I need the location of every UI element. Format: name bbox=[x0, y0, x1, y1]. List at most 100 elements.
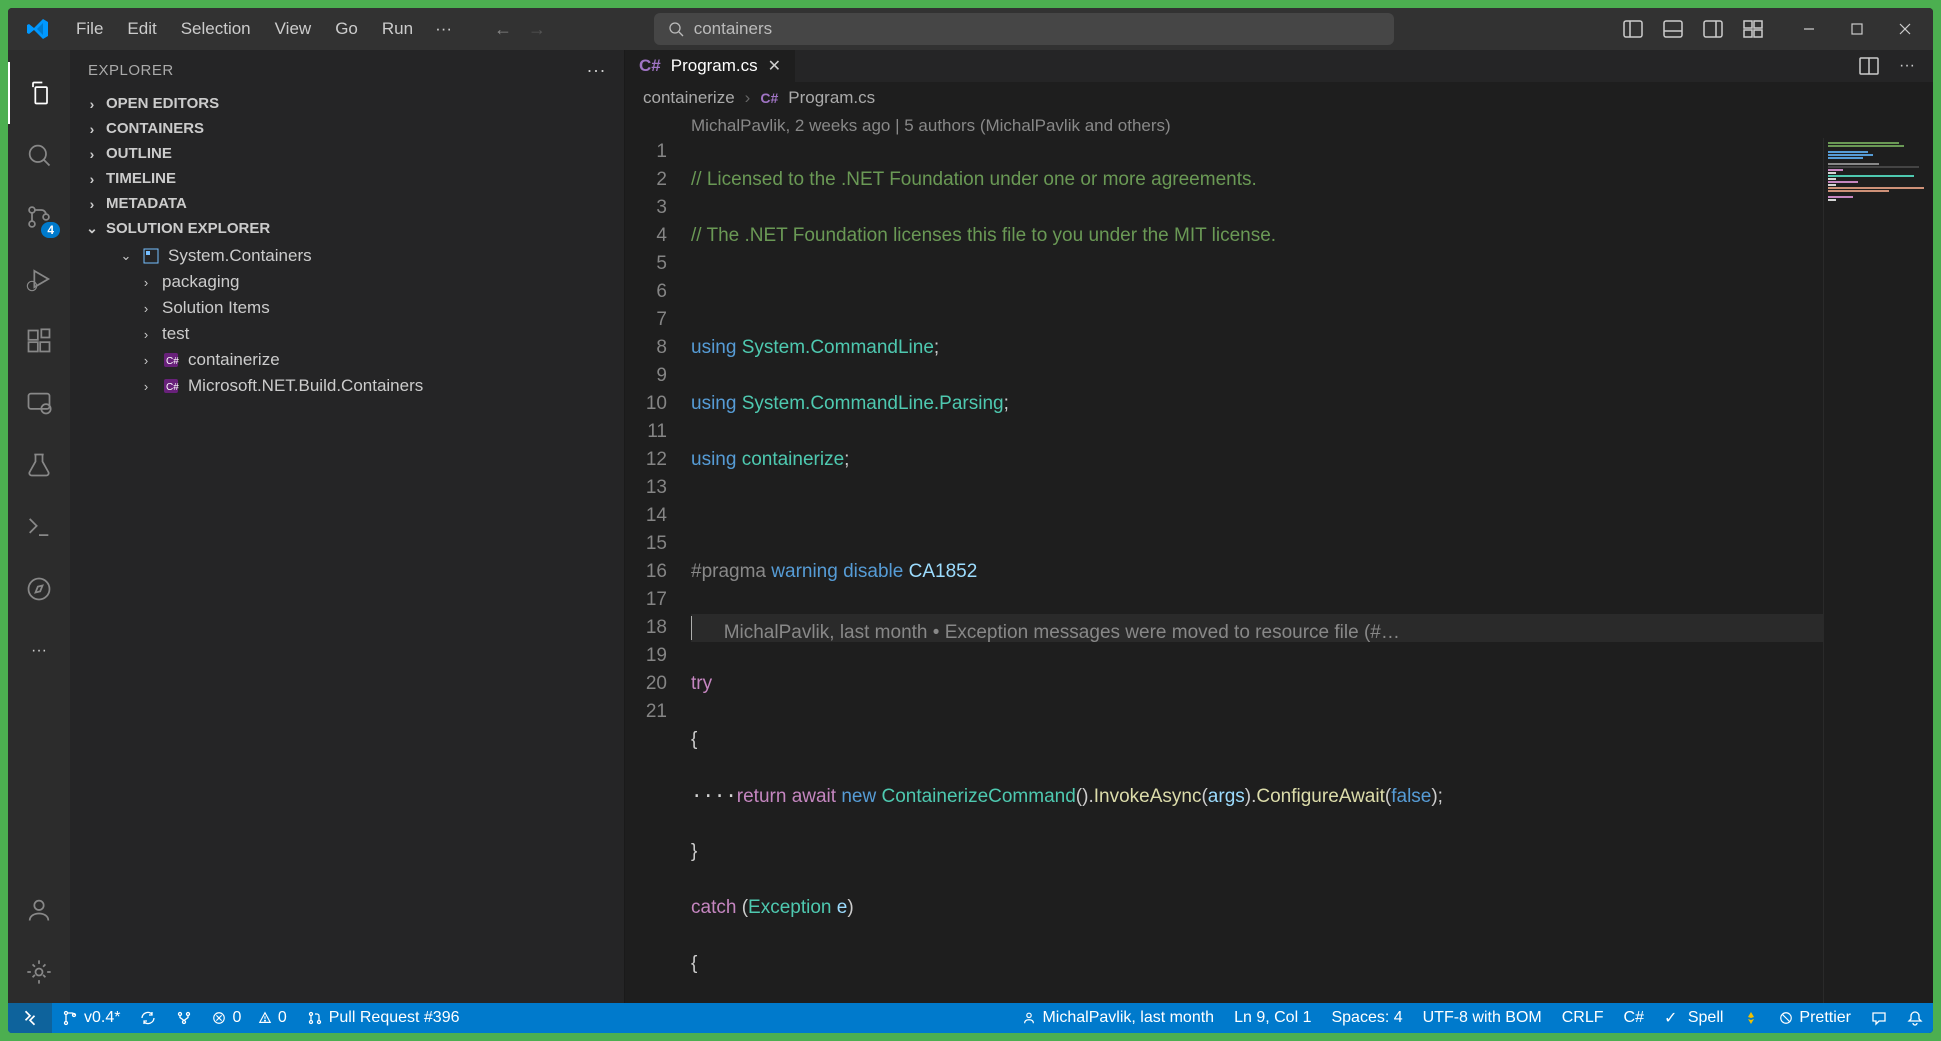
status-branch[interactable]: v0.4* bbox=[52, 1003, 130, 1033]
layout-sidebar-left-icon[interactable] bbox=[1617, 13, 1649, 45]
chevron-down-icon: ⌄ bbox=[84, 220, 100, 237]
chevron-right-icon: › bbox=[84, 171, 100, 187]
scm-badge: 4 bbox=[41, 222, 60, 238]
status-indentation[interactable]: Spaces: 4 bbox=[1321, 1003, 1412, 1033]
layout-customize-icon[interactable] bbox=[1737, 13, 1769, 45]
gitlens-authors: MichalPavlik, 2 weeks ago | 5 authors (M… bbox=[625, 114, 1933, 138]
csharp-file-icon: C# bbox=[760, 90, 778, 106]
tab-program-cs[interactable]: C# Program.cs ✕ bbox=[625, 50, 796, 82]
editor-more-icon[interactable]: ··· bbox=[1891, 50, 1923, 82]
tree-item-ms-net-build-containers[interactable]: ›C#Microsoft.NET.Build.Containers bbox=[70, 373, 624, 399]
activity-overflow-icon[interactable]: ··· bbox=[8, 620, 70, 682]
nav-forward-icon[interactable]: → bbox=[528, 19, 546, 40]
status-pull-request[interactable]: Pull Request #396 bbox=[297, 1003, 470, 1033]
activity-account-icon[interactable] bbox=[8, 879, 70, 941]
window-maximize-icon[interactable] bbox=[1833, 8, 1881, 50]
tree-item-test[interactable]: ›test bbox=[70, 321, 624, 347]
status-bar: v0.4* 0 0 Pull Request #396 MichalPavlik… bbox=[8, 1003, 1933, 1033]
tree-item-packaging[interactable]: ›packaging bbox=[70, 269, 624, 295]
activity-extensions-icon[interactable] bbox=[8, 310, 70, 372]
status-problems[interactable]: 0 0 bbox=[202, 1003, 296, 1033]
sidebar-title: EXPLORER bbox=[88, 62, 174, 79]
status-blame[interactable]: MichalPavlik, last month bbox=[1012, 1003, 1224, 1033]
section-containers[interactable]: ›CONTAINERS bbox=[70, 116, 624, 141]
nav-back-icon[interactable]: ← bbox=[494, 19, 512, 40]
window-close-icon[interactable] bbox=[1881, 8, 1929, 50]
titlebar: File Edit Selection View Go Run ··· ← → … bbox=[8, 8, 1933, 50]
tree-item-solution-items[interactable]: ›Solution Items bbox=[70, 295, 624, 321]
status-eol[interactable]: CRLF bbox=[1552, 1003, 1614, 1033]
code-editor[interactable]: 123456789101112131415161718192021 // Lic… bbox=[625, 138, 1933, 1003]
menu-selection[interactable]: Selection bbox=[169, 13, 263, 45]
sidebar-more-icon[interactable]: ··· bbox=[587, 60, 606, 81]
menu-bar: File Edit Selection View Go Run ··· bbox=[64, 13, 462, 45]
activity-compass-icon[interactable] bbox=[8, 558, 70, 620]
layout-sidebar-right-icon[interactable] bbox=[1697, 13, 1729, 45]
svg-text:C#: C# bbox=[166, 356, 179, 367]
menu-run[interactable]: Run bbox=[370, 13, 425, 45]
split-editor-icon[interactable] bbox=[1853, 50, 1885, 82]
activity-settings-icon[interactable] bbox=[8, 941, 70, 1003]
section-outline[interactable]: ›OUTLINE bbox=[70, 141, 624, 166]
chevron-down-icon: ⌄ bbox=[118, 248, 134, 264]
layout-panel-icon[interactable] bbox=[1657, 13, 1689, 45]
breadcrumb-file[interactable]: Program.cs bbox=[788, 88, 875, 108]
chevron-right-icon: › bbox=[84, 146, 100, 162]
svg-text:C#: C# bbox=[166, 382, 179, 393]
status-prettier[interactable]: Prettier bbox=[1769, 1003, 1861, 1033]
tree-item-containerize[interactable]: ›C#containerize bbox=[70, 347, 624, 373]
solution-icon bbox=[142, 247, 160, 265]
chevron-right-icon: › bbox=[138, 275, 154, 290]
menu-file[interactable]: File bbox=[64, 13, 115, 45]
menu-go[interactable]: Go bbox=[323, 13, 370, 45]
activity-source-control-icon[interactable]: 4 bbox=[8, 186, 70, 248]
editor-tabs: C# Program.cs ✕ ··· bbox=[625, 50, 1933, 82]
window-minimize-icon[interactable] bbox=[1785, 8, 1833, 50]
menu-edit[interactable]: Edit bbox=[115, 13, 168, 45]
section-open-editors[interactable]: ›OPEN EDITORS bbox=[70, 91, 624, 116]
vscode-logo-icon bbox=[26, 17, 50, 41]
chevron-right-icon: › bbox=[138, 301, 154, 316]
activity-remote-explorer-icon[interactable] bbox=[8, 372, 70, 434]
menu-view[interactable]: View bbox=[263, 13, 324, 45]
chevron-right-icon: › bbox=[138, 379, 154, 394]
status-encoding[interactable]: UTF-8 with BOM bbox=[1413, 1003, 1552, 1033]
status-live-share-icon[interactable] bbox=[1733, 1003, 1769, 1033]
activity-testing-icon[interactable] bbox=[8, 434, 70, 496]
breadcrumb-separator-icon: › bbox=[745, 88, 751, 108]
breadcrumb-folder[interactable]: containerize bbox=[643, 88, 735, 108]
tree-solution-root[interactable]: ⌄System.Containers bbox=[70, 243, 624, 269]
chevron-right-icon: › bbox=[84, 196, 100, 212]
line-numbers: 123456789101112131415161718192021 bbox=[625, 138, 687, 1003]
section-solution-explorer[interactable]: ⌄SOLUTION EXPLORER bbox=[70, 216, 624, 241]
section-timeline[interactable]: ›TIMELINE bbox=[70, 166, 624, 191]
status-notifications-icon[interactable] bbox=[1897, 1003, 1933, 1033]
status-git-graph-icon[interactable] bbox=[166, 1003, 202, 1033]
section-metadata[interactable]: ›METADATA bbox=[70, 191, 624, 216]
tab-label: Program.cs bbox=[671, 56, 758, 76]
breadcrumb[interactable]: containerize › C# Program.cs bbox=[625, 82, 1933, 114]
csproj-icon: C# bbox=[162, 377, 180, 395]
chevron-right-icon: › bbox=[84, 121, 100, 137]
activity-search-icon[interactable] bbox=[8, 124, 70, 186]
minimap[interactable] bbox=[1823, 138, 1933, 1003]
tab-close-icon[interactable]: ✕ bbox=[768, 56, 781, 76]
remote-indicator-icon[interactable] bbox=[8, 1003, 52, 1033]
status-feedback-icon[interactable] bbox=[1861, 1003, 1897, 1033]
status-sync-icon[interactable] bbox=[130, 1003, 166, 1033]
gitlens-inline-blame: MichalPavlik, last month • Exception mes… bbox=[724, 622, 1400, 643]
status-spell[interactable]: ✓ Spell bbox=[1654, 1003, 1733, 1033]
activity-bar: 4 ··· bbox=[8, 50, 70, 1003]
search-value: containers bbox=[694, 19, 772, 39]
explorer-sidebar: EXPLORER ··· ›OPEN EDITORS ›CONTAINERS ›… bbox=[70, 50, 625, 1003]
status-language[interactable]: C# bbox=[1614, 1003, 1654, 1033]
activity-terminal-icon[interactable] bbox=[8, 496, 70, 558]
command-center-search[interactable]: containers bbox=[654, 13, 1394, 45]
activity-run-debug-icon[interactable] bbox=[8, 248, 70, 310]
status-cursor-position[interactable]: Ln 9, Col 1 bbox=[1224, 1003, 1321, 1033]
activity-explorer-icon[interactable] bbox=[8, 62, 70, 124]
code-content[interactable]: // Licensed to the .NET Foundation under… bbox=[687, 138, 1933, 1003]
menu-more-icon[interactable]: ··· bbox=[425, 13, 462, 45]
chevron-right-icon: › bbox=[138, 327, 154, 342]
csharp-file-icon: C# bbox=[639, 56, 661, 76]
